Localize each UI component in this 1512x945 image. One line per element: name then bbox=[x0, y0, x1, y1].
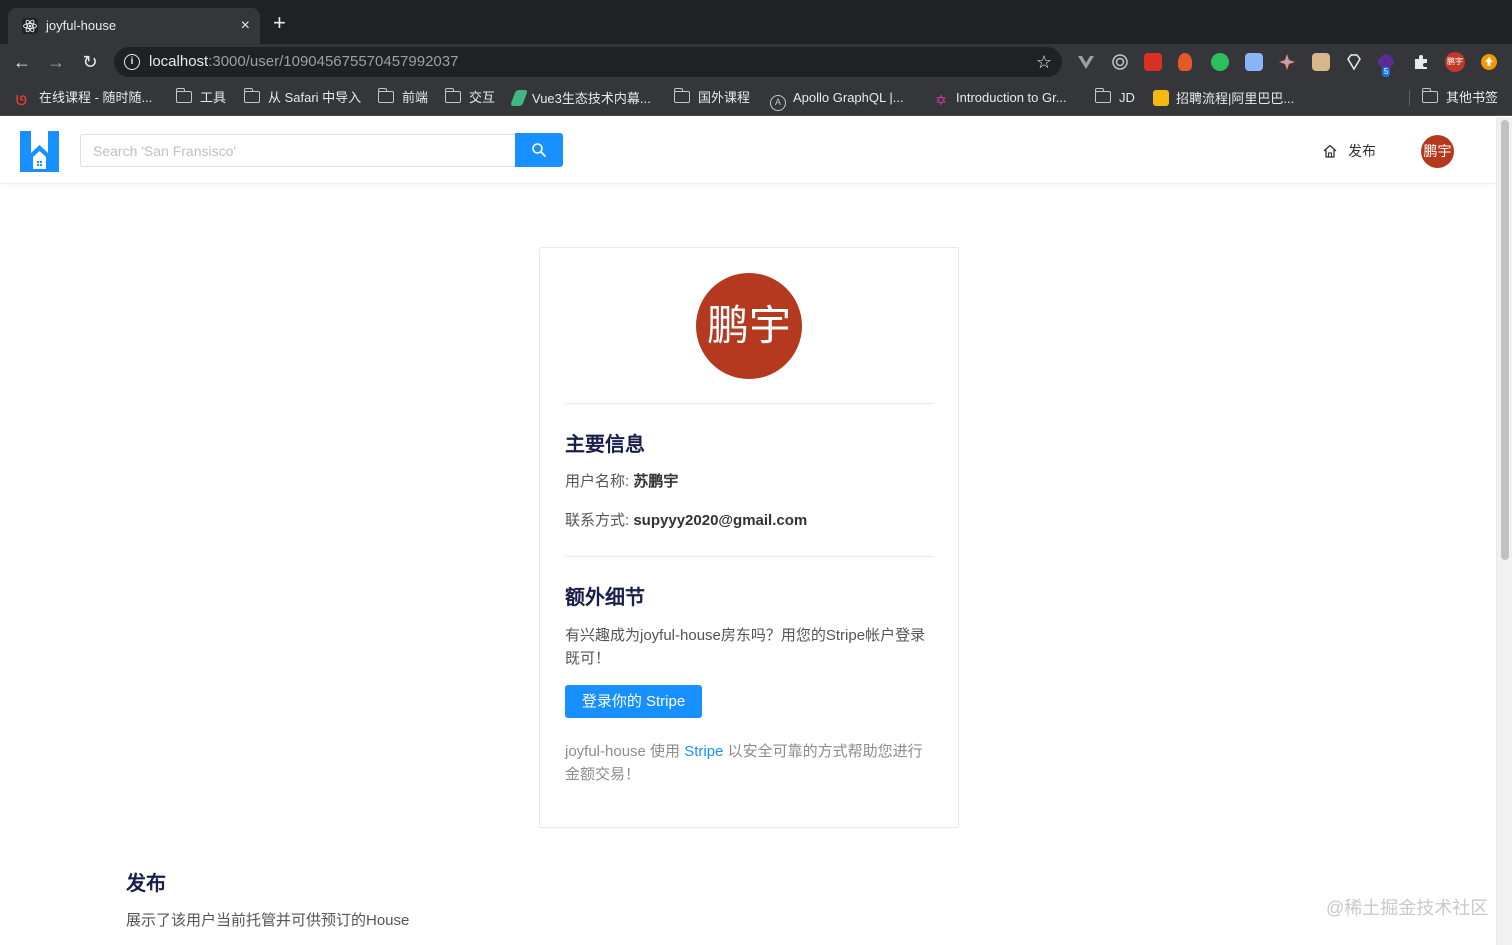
bookmark-item[interactable]: Vue3生态技术内幕... bbox=[510, 90, 651, 106]
bookmark-item[interactable]: ✡ Introduction to Gr... bbox=[933, 90, 1066, 108]
page-viewport: 发布 鹏宇 鹏宇 主要信息 用户名称: 苏鹏宇 联系方式: supyyy2020… bbox=[0, 117, 1512, 945]
username-line: 用户名称: 苏鹏宇 bbox=[565, 473, 679, 490]
pinwheel-extension-icon[interactable] bbox=[1278, 53, 1296, 71]
adblock-extension-icon[interactable] bbox=[1144, 53, 1162, 71]
home-icon bbox=[1323, 144, 1337, 158]
bookmark-folder[interactable]: 交互 bbox=[444, 88, 495, 106]
user-avatar[interactable]: 鹏宇 bbox=[1421, 135, 1454, 168]
browser-profile-avatar[interactable]: 鹏宇 bbox=[1445, 52, 1465, 72]
stripe-note: joyful-house 使用 Stripe 以安全可靠的方式帮助您进行金额交易… bbox=[565, 743, 923, 783]
nav-publish-label: 发布 bbox=[1348, 143, 1376, 159]
listings-title: 发布 bbox=[126, 873, 166, 895]
stripe-login-button[interactable]: 登录你的 Stripe bbox=[565, 685, 702, 718]
scrollbar-thumb[interactable] bbox=[1501, 120, 1509, 560]
vue-devtools-icon[interactable] bbox=[1077, 53, 1095, 71]
watermark: @稀土掘金技术社区 bbox=[1326, 898, 1489, 918]
search-button[interactable] bbox=[515, 133, 563, 167]
tab-title: joyful-house bbox=[46, 18, 117, 33]
nav-publish-link[interactable]: 发布 bbox=[1322, 141, 1376, 161]
folder-icon bbox=[243, 88, 260, 103]
bookmark-folder[interactable]: 国外课程 bbox=[673, 88, 750, 106]
tab-close-icon[interactable]: × bbox=[241, 17, 250, 35]
user-profile-card: 鹏宇 主要信息 用户名称: 苏鹏宇 联系方式: supyyy2020@gmail… bbox=[539, 247, 959, 828]
update-icon[interactable] bbox=[1480, 53, 1498, 71]
bookmarks-bar: ᘎ 在线课程 - 随时随... 工具 从 Safari 中导入 前端 交互 Vue… bbox=[0, 80, 1512, 116]
folder-icon bbox=[444, 88, 461, 103]
window-extension-icon[interactable] bbox=[1245, 53, 1263, 71]
puzzle-extensions-icon[interactable] bbox=[1412, 53, 1430, 71]
bookmark-star-icon[interactable]: ☆ bbox=[1036, 52, 1052, 72]
folder-icon bbox=[175, 88, 192, 103]
site-info-icon[interactable]: i bbox=[124, 54, 140, 70]
bookmark-folder[interactable]: JD bbox=[1094, 88, 1135, 106]
face-extension-icon[interactable] bbox=[1312, 53, 1330, 71]
contact-email: supyyy2020@gmail.com bbox=[633, 512, 808, 529]
graphql-favicon-icon: ✡ bbox=[935, 92, 947, 108]
search-icon bbox=[532, 143, 546, 157]
vue-favicon-icon bbox=[510, 90, 528, 106]
username-value: 苏鹏宇 bbox=[633, 473, 679, 490]
folder-icon bbox=[1094, 88, 1111, 103]
folder-icon bbox=[377, 88, 394, 103]
app-header: 发布 鹏宇 bbox=[0, 117, 1496, 184]
target-extension-icon[interactable] bbox=[1111, 53, 1129, 71]
other-bookmarks-folder[interactable]: 其他书签 bbox=[1421, 88, 1498, 106]
contact-line: 联系方式: supyyy2020@gmail.com bbox=[565, 512, 808, 529]
browser-tab-active[interactable]: joyful-house × bbox=[8, 8, 260, 44]
main-info-title: 主要信息 bbox=[565, 434, 645, 456]
folder-icon bbox=[1421, 88, 1438, 103]
diamond-extension-icon[interactable]: 5 bbox=[1376, 52, 1396, 77]
apollo-favicon-icon: A bbox=[770, 95, 786, 111]
bookmark-folder[interactable]: 前端 bbox=[377, 88, 428, 106]
divider bbox=[565, 556, 933, 557]
listings-description: 展示了该用户当前托管并可供预订的House bbox=[126, 912, 410, 929]
bookmark-item[interactable]: 招聘流程|阿里巴巴... bbox=[1153, 90, 1294, 106]
address-bar[interactable]: i localhost:3000/user/109045675570457992… bbox=[114, 47, 1062, 77]
forward-arrow-icon[interactable]: → bbox=[44, 50, 68, 74]
bookmark-folder[interactable]: 从 Safari 中导入 bbox=[243, 88, 361, 106]
folder-icon bbox=[673, 88, 690, 103]
bookmark-item[interactable]: ᘎ 在线课程 - 随时随... bbox=[16, 90, 152, 108]
divider bbox=[565, 403, 933, 404]
bookmark-folder[interactable]: 工具 bbox=[175, 88, 226, 106]
house-logo-icon[interactable] bbox=[20, 131, 59, 172]
stripe-link[interactable]: Stripe bbox=[684, 743, 723, 760]
search-input[interactable] bbox=[80, 134, 515, 167]
browser-toolbar: ← → ↻ i localhost:3000/user/109045675570… bbox=[0, 44, 1512, 80]
profile-avatar: 鹏宇 bbox=[696, 273, 802, 379]
new-tab-button[interactable]: + bbox=[273, 12, 286, 34]
gem-extension-icon[interactable] bbox=[1345, 53, 1363, 71]
address-url[interactable]: localhost:3000/user/10904567557045799203… bbox=[149, 53, 458, 71]
alibaba-favicon-icon bbox=[1153, 90, 1169, 106]
host-invite-text: 有兴趣成为joyful-house房东吗？用您的Stripe帐户登录既可！ bbox=[565, 627, 926, 667]
page-scrollbar[interactable] bbox=[1496, 117, 1512, 945]
course-favicon-icon: ᘎ bbox=[16, 93, 27, 108]
reload-icon[interactable]: ↻ bbox=[78, 50, 102, 74]
fire-extension-icon[interactable] bbox=[1178, 53, 1192, 71]
bookmark-item[interactable]: A Apollo GraphQL |... bbox=[770, 90, 904, 111]
back-arrow-icon[interactable]: ← bbox=[10, 50, 34, 74]
browser-tab-strip: joyful-house × + bbox=[0, 0, 1512, 44]
evernote-extension-icon[interactable] bbox=[1211, 53, 1229, 71]
react-icon bbox=[22, 18, 38, 34]
bookmarks-separator bbox=[1409, 90, 1410, 106]
extra-details-title: 额外细节 bbox=[565, 587, 645, 609]
